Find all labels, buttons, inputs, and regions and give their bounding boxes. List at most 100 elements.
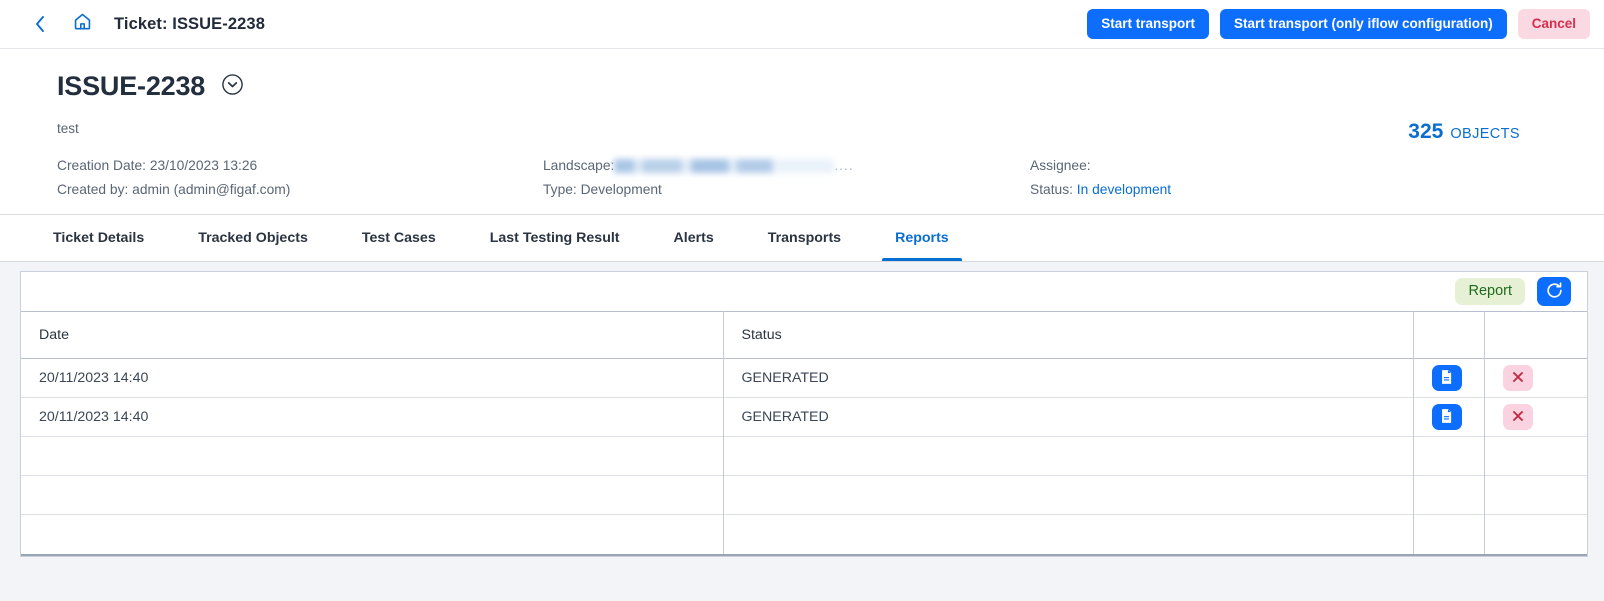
shell-actions: Start transport Start transport (only if… <box>1087 8 1590 40</box>
document-icon <box>1439 369 1454 388</box>
cell-view-action <box>1413 475 1485 515</box>
assignee-row: Assignee: <box>1030 158 1578 173</box>
reports-panel: Report Date Status 20/11/2023 14:40 GENE… <box>0 262 1604 557</box>
objects-count-label: OBJECTS <box>1450 126 1520 142</box>
object-page-header: ISSUE-2238 325 OBJECTS test Creation Dat… <box>0 49 1604 215</box>
table-row[interactable] <box>21 514 1587 554</box>
table-bottom-border <box>21 553 1587 556</box>
start-transport-iflow-button[interactable]: Start transport (only iflow configuratio… <box>1219 8 1507 40</box>
tab-transports[interactable]: Transports <box>741 215 868 261</box>
tab-label: Test Cases <box>361 230 436 246</box>
tab-test-cases[interactable]: Test Cases <box>335 215 463 261</box>
tab-last-testing-result[interactable]: Last Testing Result <box>463 215 647 261</box>
cell-view-action <box>1413 358 1485 398</box>
tab-label: Reports <box>895 230 949 246</box>
close-icon <box>1511 409 1525 426</box>
status-label: Status: <box>1030 182 1073 197</box>
status-badge[interactable]: In development <box>1077 182 1171 197</box>
reports-toolbar: Report <box>21 271 1587 311</box>
table-row[interactable]: 20/11/2023 14:40 GENERATED <box>21 358 1587 398</box>
page-subtitle: test <box>57 121 79 136</box>
column-header-status[interactable]: Status <box>723 311 1414 359</box>
cell-date <box>21 514 724 554</box>
delete-report-button[interactable] <box>1502 365 1533 391</box>
column-header-delete <box>1484 311 1587 359</box>
cell-view-action <box>1413 397 1485 437</box>
cancel-button[interactable]: Cancel <box>1517 8 1590 40</box>
landscape-truncation: .... <box>834 158 854 173</box>
table-header: Date Status <box>21 311 1587 359</box>
shell-bar: Ticket: ISSUE-2238 Start transport Start… <box>0 0 1604 49</box>
home-button[interactable] <box>67 9 97 39</box>
type-value: Development <box>580 182 662 197</box>
created-by-label: Created by: <box>57 182 129 197</box>
cell-status <box>723 475 1414 515</box>
report-button[interactable]: Report <box>1455 278 1525 305</box>
cell-status: GENERATED <box>723 358 1414 398</box>
type-label: Type: <box>543 182 577 197</box>
tab-reports[interactable]: Reports <box>868 215 976 261</box>
metadata-column-2: Landscape:.... Type: Development <box>543 158 1030 197</box>
refresh-icon <box>1545 281 1564 303</box>
tab-bar: Ticket Details Tracked Objects Test Case… <box>0 215 1604 262</box>
cell-status <box>723 514 1414 554</box>
shell-title: Ticket: ISSUE-2238 <box>114 14 265 33</box>
landscape-row: Landscape:.... <box>543 158 1030 173</box>
reports-table: Date Status 20/11/2023 14:40 GENERATED 2… <box>21 311 1587 554</box>
tab-label: Last Testing Result <box>489 230 620 246</box>
table-row[interactable] <box>21 436 1587 476</box>
table-header-row: Date Status <box>21 311 1587 359</box>
creation-date-value: 23/10/2023 13:26 <box>149 158 258 173</box>
reports-table-card: Report Date Status 20/11/2023 14:40 GENE… <box>20 271 1588 557</box>
creation-date-row: Creation Date: 23/10/2023 13:26 <box>57 158 543 173</box>
view-report-button[interactable] <box>1431 365 1462 391</box>
home-icon <box>73 12 92 36</box>
cell-date <box>21 436 724 476</box>
chevron-down-circle-icon <box>221 73 244 101</box>
assignee-label: Assignee: <box>1030 158 1091 173</box>
metadata-column-3: Assignee: Status: In development <box>1030 158 1578 197</box>
created-by-row: Created by: admin (admin@figaf.com) <box>57 182 543 197</box>
objects-counter: 325 OBJECTS <box>1408 120 1520 144</box>
view-report-button[interactable] <box>1431 404 1462 430</box>
column-header-date[interactable]: Date <box>21 311 724 359</box>
cell-status: GENERATED <box>723 397 1414 437</box>
cell-date: 20/11/2023 14:40 <box>21 397 724 437</box>
created-by-value: admin (admin@figaf.com) <box>132 182 291 197</box>
back-button[interactable] <box>26 10 54 38</box>
header-expand-toggle[interactable] <box>219 73 245 101</box>
table-row[interactable] <box>21 475 1587 515</box>
cell-date <box>21 475 724 515</box>
chevron-left-icon <box>34 15 46 33</box>
landscape-value-redacted <box>614 158 835 173</box>
page-title: ISSUE-2238 <box>57 71 206 101</box>
landscape-label: Landscape: <box>543 158 615 173</box>
cell-delete-action <box>1484 397 1587 437</box>
column-header-view <box>1413 311 1485 359</box>
table-row[interactable]: 20/11/2023 14:40 GENERATED <box>21 397 1587 437</box>
tab-label: Transports <box>767 230 842 246</box>
creation-date-label: Creation Date: <box>57 158 146 173</box>
tab-label: Tracked Objects <box>198 230 308 246</box>
table-body: 20/11/2023 14:40 GENERATED 20/11/2023 14… <box>21 358 1587 554</box>
cell-view-action <box>1413 436 1485 476</box>
type-row: Type: Development <box>543 182 1030 197</box>
object-title-row: ISSUE-2238 <box>57 71 1578 102</box>
tab-tracked-objects[interactable]: Tracked Objects <box>171 215 335 261</box>
cell-date: 20/11/2023 14:40 <box>21 358 724 398</box>
status-row: Status: In development <box>1030 182 1578 197</box>
cell-delete-action <box>1484 436 1587 476</box>
start-transport-button[interactable]: Start transport <box>1087 8 1209 40</box>
metadata-column-1: Creation Date: 23/10/2023 13:26 Created … <box>57 158 543 197</box>
tab-ticket-details[interactable]: Ticket Details <box>26 215 171 261</box>
object-metadata: Creation Date: 23/10/2023 13:26 Created … <box>57 158 1578 197</box>
refresh-button[interactable] <box>1537 277 1571 306</box>
cell-delete-action <box>1484 358 1587 398</box>
tab-label: Alerts <box>673 230 714 246</box>
delete-report-button[interactable] <box>1502 404 1533 430</box>
cell-delete-action <box>1484 475 1587 515</box>
tab-alerts[interactable]: Alerts <box>647 215 741 261</box>
objects-count-value: 325 <box>1408 120 1444 143</box>
cell-delete-action <box>1484 514 1587 554</box>
document-icon <box>1439 408 1454 427</box>
